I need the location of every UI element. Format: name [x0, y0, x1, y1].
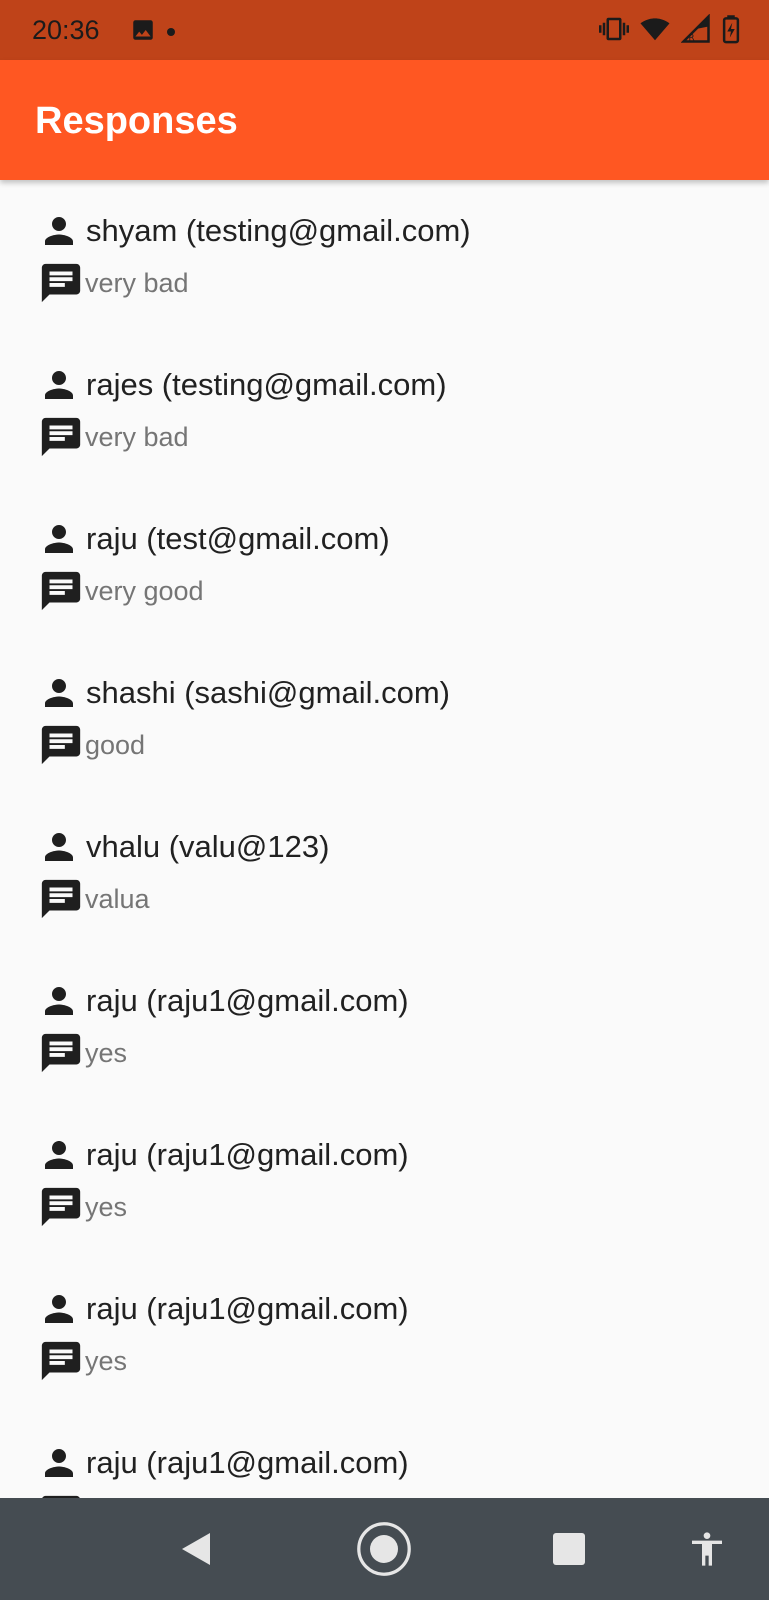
message-icon [38, 414, 84, 460]
responder-row: raju (raju1@gmail.com) [38, 1134, 409, 1176]
responder-name: shashi (sashi@gmail.com) [86, 675, 450, 710]
responder-row: shyam (testing@gmail.com) [38, 210, 471, 252]
person-icon [38, 672, 80, 714]
list-item[interactable]: raju (raju1@gmail.com) [0, 1412, 769, 1498]
screen: 20:36 R Responses shyam (testing@gmail.c… [0, 0, 769, 1600]
person-icon [38, 1134, 80, 1176]
responder-row: raju (raju1@gmail.com) [38, 1288, 409, 1330]
person-icon [38, 980, 80, 1022]
list-item[interactable]: raju (test@gmail.com) very good [0, 488, 769, 642]
responder-name: rajes (testing@gmail.com) [86, 367, 447, 402]
responses-list[interactable]: shyam (testing@gmail.com) very bad rajes (… [0, 180, 769, 1498]
app-bar: Responses [0, 60, 769, 180]
message-icon [38, 722, 84, 768]
message-row: yes [38, 1030, 127, 1076]
responder-name: vhalu (valu@123) [86, 829, 330, 864]
image-icon [130, 17, 156, 48]
accessibility-icon [692, 1532, 722, 1566]
responder-name: raju (raju1@gmail.com) [86, 1137, 409, 1172]
svg-text:R: R [689, 33, 695, 43]
status-right-icons: R [599, 13, 741, 49]
home-button[interactable] [356, 1521, 412, 1577]
responder-row: vhalu (valu@123) [38, 826, 329, 868]
person-icon [38, 210, 80, 252]
list-item[interactable]: raju (raju1@gmail.com) yes [0, 1258, 769, 1412]
vibrate-icon [599, 14, 629, 49]
status-left-icons [130, 17, 176, 48]
message-row: very bad [38, 414, 189, 460]
responder-name: shyam (testing@gmail.com) [86, 213, 471, 248]
navigation-bar [0, 1498, 769, 1600]
list-item[interactable]: shashi (sashi@gmail.com) good [0, 642, 769, 796]
responder-row: raju (raju1@gmail.com) [38, 1442, 409, 1484]
list-item[interactable]: rajes (testing@gmail.com) very bad [0, 334, 769, 488]
response-message: valua [85, 884, 150, 914]
message-icon [38, 260, 84, 306]
message-icon [38, 876, 84, 922]
home-icon [357, 1522, 411, 1576]
message-row: good [38, 722, 145, 768]
message-row: very good [38, 568, 204, 614]
message-icon [38, 1184, 84, 1230]
response-message: good [85, 730, 146, 760]
responder-row: rajes (testing@gmail.com) [38, 364, 447, 406]
responder-name: raju (raju1@gmail.com) [86, 1291, 409, 1326]
list-item[interactable]: shyam (testing@gmail.com) very bad [0, 180, 769, 334]
person-icon [38, 1288, 80, 1330]
responder-row: raju (test@gmail.com) [38, 518, 390, 560]
notification-dot-icon [166, 24, 176, 42]
message-row: valua [38, 876, 150, 922]
message-row: yes [38, 1338, 127, 1384]
responder-row: shashi (sashi@gmail.com) [38, 672, 450, 714]
person-icon [38, 518, 80, 560]
person-icon [38, 1442, 80, 1484]
response-message: very bad [85, 422, 189, 452]
list-item[interactable]: vhalu (valu@123) valua [0, 796, 769, 950]
response-message: very good [85, 576, 204, 606]
list-item[interactable]: raju (raju1@gmail.com) yes [0, 1104, 769, 1258]
back-icon [182, 1533, 210, 1565]
response-message: very bad [85, 268, 189, 298]
response-message: yes [85, 1192, 128, 1222]
message-icon [38, 568, 84, 614]
page-title: Responses [35, 100, 238, 142]
response-message: yes [85, 1346, 128, 1376]
status-time: 20:36 [32, 15, 100, 45]
battery-charging-icon [721, 14, 741, 49]
status-bar: 20:36 R [0, 0, 769, 60]
responder-name: raju (test@gmail.com) [86, 521, 390, 556]
responder-name: raju (raju1@gmail.com) [86, 983, 409, 1018]
back-button[interactable] [168, 1521, 224, 1577]
list-item[interactable]: raju (raju1@gmail.com) yes [0, 950, 769, 1104]
responder-row: raju (raju1@gmail.com) [38, 980, 409, 1022]
wifi-icon [639, 14, 671, 49]
recents-button[interactable] [541, 1521, 597, 1577]
message-icon [38, 1030, 84, 1076]
person-icon [38, 364, 80, 406]
message-icon [38, 1338, 84, 1384]
message-row: very bad [38, 260, 189, 306]
person-icon [38, 826, 80, 868]
response-message: yes [85, 1038, 128, 1068]
message-row: yes [38, 1184, 127, 1230]
accessibility-button[interactable] [679, 1521, 735, 1577]
responder-name: raju (raju1@gmail.com) [86, 1445, 409, 1480]
signal-roaming-icon: R [680, 13, 711, 49]
recents-icon [553, 1533, 585, 1565]
